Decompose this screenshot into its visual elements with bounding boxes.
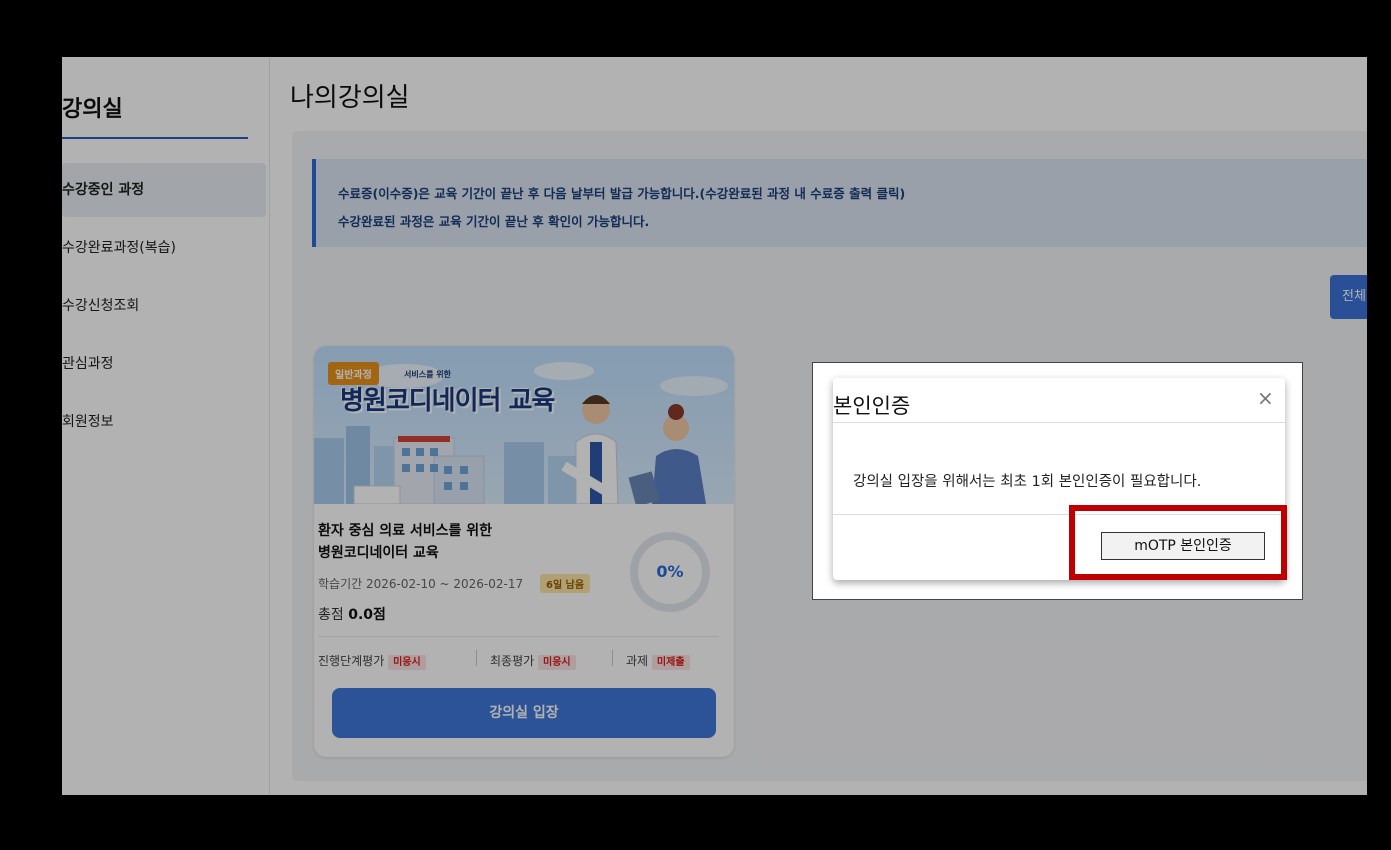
- identity-verification-dialog: 본인인증 × 강의실 입장을 위해서는 최초 1회 본인인증이 필요합니다. m…: [833, 378, 1287, 580]
- dialog-title: 본인인증: [833, 394, 911, 418]
- dialog-divider: [833, 422, 1285, 423]
- close-icon[interactable]: ×: [1257, 386, 1274, 410]
- modal-screenshot-frame: 본인인증 × 강의실 입장을 위해서는 최초 1회 본인인증이 필요합니다. m…: [812, 362, 1303, 600]
- motp-verify-button[interactable]: mOTP 본인인증: [1101, 532, 1265, 560]
- dialog-message: 강의실 입장을 위해서는 최초 1회 본인인증이 필요합니다.: [853, 474, 1202, 490]
- device-screen: 강의실 수강중인 과정 수강완료과정(복습) 수강신청조회 관심과정 회원정보 …: [6, 6, 1385, 844]
- page-content: 강의실 수강중인 과정 수강완료과정(복습) 수강신청조회 관심과정 회원정보 …: [62, 57, 1367, 795]
